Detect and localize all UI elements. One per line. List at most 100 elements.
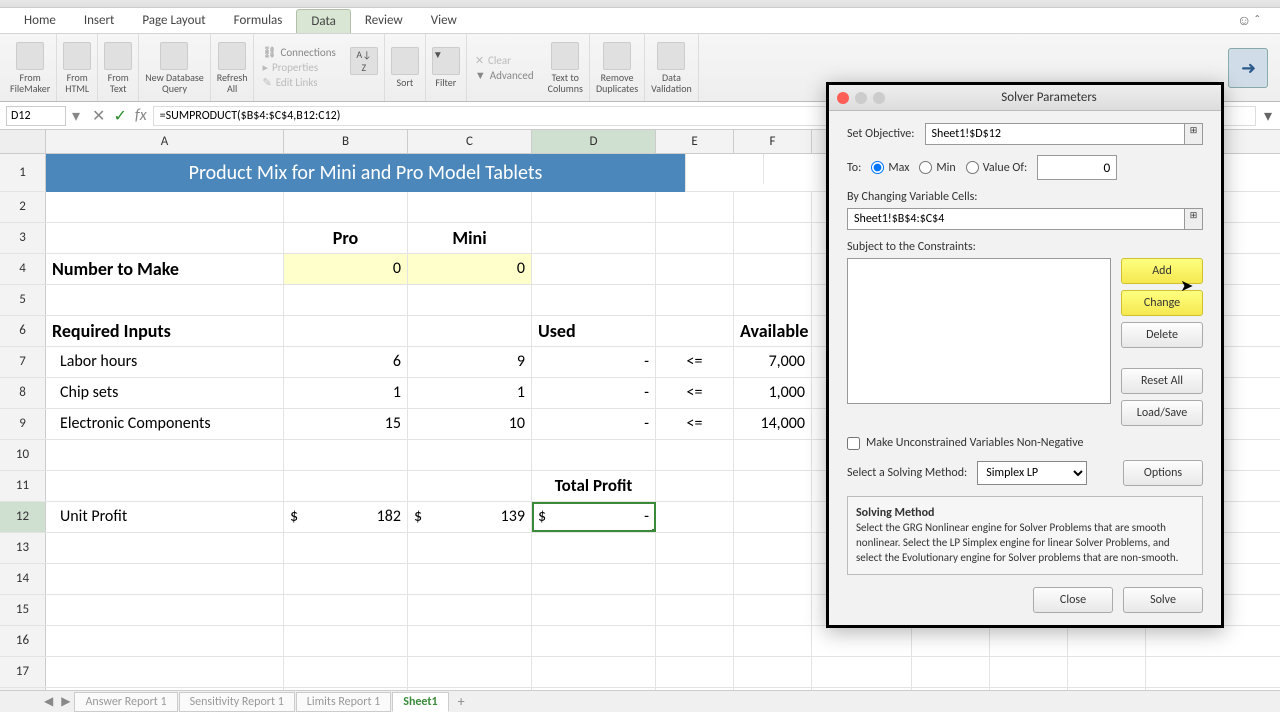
cell-b4[interactable]: 0	[284, 254, 408, 284]
tab-home[interactable]: Home	[10, 9, 70, 32]
cell-e9[interactable]: <=	[656, 409, 734, 439]
row-header-3[interactable]: 3	[0, 223, 46, 253]
row-header-15[interactable]: 15	[0, 595, 46, 625]
cell-c3[interactable]: Mini	[408, 223, 532, 253]
objective-ref-picker[interactable]: ⊞	[1185, 123, 1203, 145]
tab-data[interactable]: Data	[296, 9, 351, 33]
cell-a8[interactable]: Chip sets	[46, 378, 284, 408]
cell-e8[interactable]: <=	[656, 378, 734, 408]
row-header-5[interactable]: 5	[0, 285, 46, 315]
close-icon[interactable]	[837, 92, 849, 104]
text-to-columns-button[interactable]: Text to Columns	[542, 34, 590, 101]
from-filemaker-button[interactable]: From FileMaker	[4, 34, 57, 101]
value-of-input[interactable]	[1037, 155, 1117, 180]
add-sheet-button[interactable]: +	[450, 693, 473, 710]
tab-view[interactable]: View	[417, 9, 471, 32]
sort-button[interactable]: Sort	[385, 34, 426, 101]
expand-formula-bar[interactable]: ▾	[1256, 106, 1280, 126]
col-header-d[interactable]: D	[532, 130, 656, 153]
constraints-list[interactable]	[847, 258, 1111, 404]
name-box[interactable]	[6, 106, 66, 126]
sort-az-button[interactable]: A↓Z	[344, 34, 385, 101]
solve-button[interactable]: Solve	[1123, 587, 1203, 613]
radio-min[interactable]: Min	[919, 161, 955, 175]
radio-max[interactable]: Max	[871, 161, 909, 175]
close-button[interactable]: Close	[1033, 587, 1113, 613]
sheet-tab-sheet1[interactable]: Sheet1	[392, 692, 448, 712]
enter-icon[interactable]: ✓	[113, 106, 126, 126]
cell-d9[interactable]: -	[532, 409, 656, 439]
cell-a9[interactable]: Electronic Components	[46, 409, 284, 439]
cell-c9[interactable]: 10	[408, 409, 532, 439]
row-header-16[interactable]: 16	[0, 626, 46, 656]
cell-d7[interactable]: -	[532, 347, 656, 377]
row-header-11[interactable]: 11	[0, 471, 46, 501]
set-objective-input[interactable]	[925, 123, 1186, 145]
tab-page-layout[interactable]: Page Layout	[128, 9, 219, 32]
row-header-4[interactable]: 4	[0, 254, 46, 284]
cancel-icon[interactable]: ✕	[92, 106, 105, 126]
sheet-tab-answer[interactable]: Answer Report 1	[74, 692, 177, 712]
row-header-8[interactable]: 8	[0, 378, 46, 408]
remove-duplicates-button[interactable]: Remove Duplicates	[590, 34, 645, 101]
col-header-b[interactable]: B	[284, 130, 408, 153]
solver-launch-button[interactable]	[1228, 48, 1268, 88]
col-header-a[interactable]: A	[46, 130, 284, 153]
col-header-e[interactable]: E	[656, 130, 734, 153]
cell-a6[interactable]: Required Inputs	[46, 316, 284, 346]
row-header-17[interactable]: 17	[0, 657, 46, 687]
cell-a7[interactable]: Labor hours	[46, 347, 284, 377]
tab-review[interactable]: Review	[351, 9, 417, 32]
changing-cells-input[interactable]	[847, 208, 1185, 230]
title-cell[interactable]: Product Mix for Mini and Pro Model Table…	[46, 154, 686, 192]
row-header-10[interactable]: 10	[0, 440, 46, 470]
cell-b9[interactable]: 15	[284, 409, 408, 439]
row-header-13[interactable]: 13	[0, 533, 46, 563]
connections-button[interactable]: ⛓ Connections	[262, 46, 335, 59]
help-icon[interactable]: ☺ ˆ	[1237, 12, 1280, 29]
row-header-6[interactable]: 6	[0, 316, 46, 346]
advanced-button[interactable]: ▼ Advanced	[475, 69, 534, 82]
cell-f8[interactable]: 1,000	[734, 378, 812, 408]
cell-d12[interactable]: $-	[532, 502, 656, 532]
cell-a4[interactable]: Number to Make	[46, 254, 284, 284]
tab-formulas[interactable]: Formulas	[220, 9, 297, 32]
cell-b3[interactable]: Pro	[284, 223, 408, 253]
refresh-all-button[interactable]: Refresh All	[211, 34, 255, 101]
cell-e7[interactable]: <=	[656, 347, 734, 377]
change-button[interactable]: Change	[1121, 290, 1203, 316]
cell-c4[interactable]: 0	[408, 254, 532, 284]
cell-b7[interactable]: 6	[284, 347, 408, 377]
cell-c8[interactable]: 1	[408, 378, 532, 408]
cell-f9[interactable]: 14,000	[734, 409, 812, 439]
radio-value-of[interactable]: Value Of:	[966, 161, 1027, 175]
add-button[interactable]: Add	[1121, 258, 1203, 284]
fx-icon[interactable]: fx	[135, 106, 147, 126]
from-text-button[interactable]: From Text	[98, 34, 139, 101]
sheet-nav-prev[interactable]: ◀	[40, 694, 57, 709]
options-button[interactable]: Options	[1123, 460, 1203, 486]
filter-button[interactable]: ▼Filter	[426, 34, 467, 101]
delete-button[interactable]: Delete	[1121, 322, 1203, 348]
load-save-button[interactable]: Load/Save	[1121, 400, 1203, 426]
col-header-c[interactable]: C	[408, 130, 532, 153]
sheet-nav-next[interactable]: ▶	[57, 694, 74, 709]
sheet-tab-sensitivity[interactable]: Sensitivity Report 1	[179, 692, 295, 712]
row-header-9[interactable]: 9	[0, 409, 46, 439]
cell-d11[interactable]: Total Profit	[532, 471, 656, 501]
nonneg-checkbox[interactable]	[847, 437, 860, 450]
row-header-2[interactable]: 2	[0, 192, 46, 222]
col-header-f[interactable]: F	[734, 130, 812, 153]
cell-f6[interactable]: Available	[734, 316, 812, 346]
row-header-14[interactable]: 14	[0, 564, 46, 594]
cell-a12[interactable]: Unit Profit	[46, 502, 284, 532]
tab-insert[interactable]: Insert	[70, 9, 129, 32]
row-header-7[interactable]: 7	[0, 347, 46, 377]
select-all-corner[interactable]	[0, 130, 46, 153]
reset-all-button[interactable]: Reset All	[1121, 368, 1203, 394]
row-header-12[interactable]: 12	[0, 502, 46, 532]
changing-ref-picker[interactable]: ⊞	[1185, 208, 1203, 230]
row-header-1[interactable]: 1	[0, 154, 46, 191]
name-box-dropdown[interactable]: ▾	[72, 106, 86, 126]
sheet-tab-limits[interactable]: Limits Report 1	[296, 692, 391, 712]
